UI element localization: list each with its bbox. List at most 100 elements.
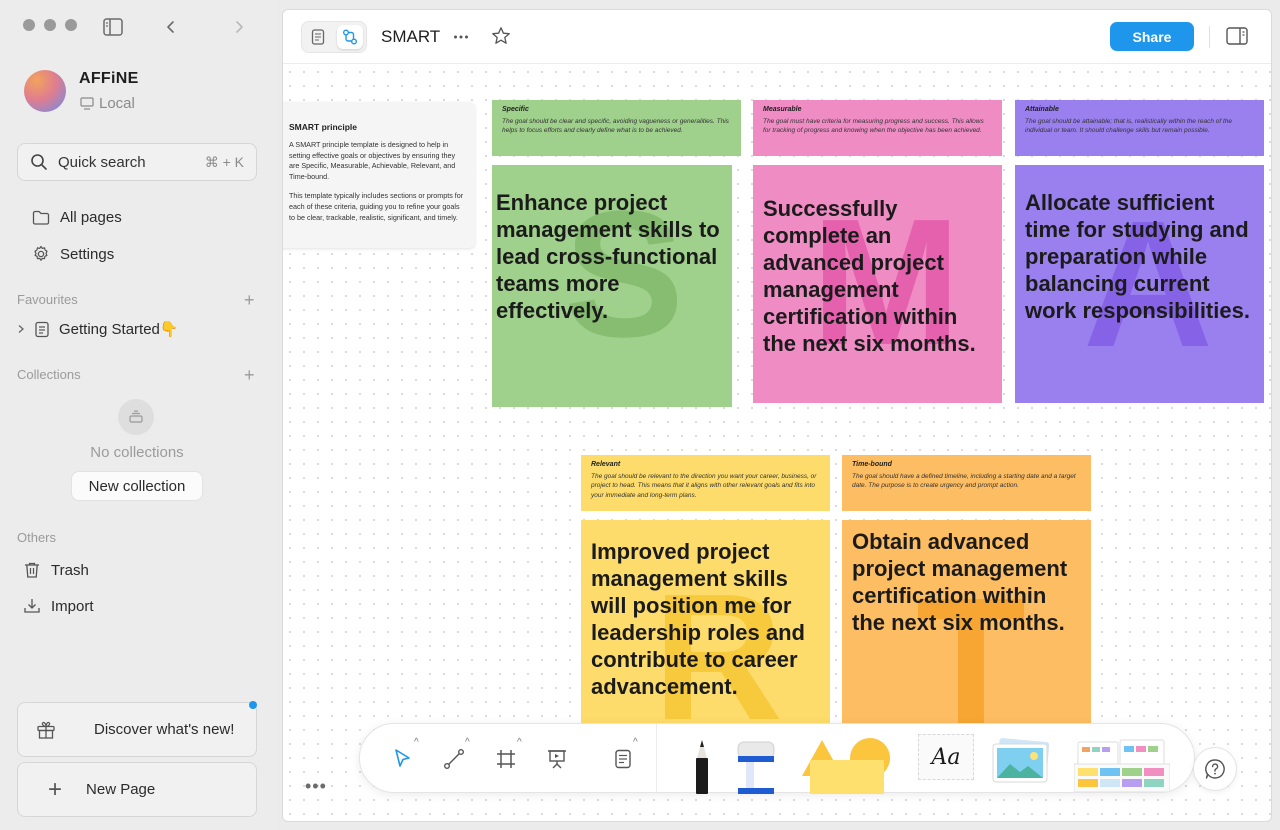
sidebar-item-import[interactable]: Import [23,597,94,615]
goal-note[interactable]: M Successfully complete an advanced proj… [753,165,1002,403]
workspace-name[interactable]: AFFiNE [79,70,139,88]
sidebar-item-settings[interactable]: Settings [32,245,114,263]
help-button[interactable] [1193,747,1237,791]
share-button[interactable]: Share [1110,22,1194,51]
window-close-button[interactable] [23,19,35,31]
quick-search-shortcut: ⌘ + K [204,153,244,170]
eraser-icon[interactable] [736,740,776,799]
pointer-icon[interactable] [391,747,415,771]
criterion-header-note[interactable]: Relevant The goal should be relevant to … [581,455,830,511]
new-page-button[interactable]: + New Page [17,762,257,817]
discover-whats-new-button[interactable]: Discover what's new! [17,702,257,757]
gear-icon [34,245,48,261]
doc-header: SMART Share [283,10,1271,64]
more-options-icon[interactable]: ••• [305,776,327,797]
no-collections-text: No collections [90,444,184,461]
workspace-type: Local [80,95,135,112]
monitor-icon [80,97,94,110]
chevron-up-icon[interactable]: ^ [414,738,419,748]
edgeless-mode-icon[interactable] [337,25,363,49]
criterion-description: The goal should have a defined timeline,… [852,473,1076,490]
image-icon[interactable] [990,738,1052,791]
add-collection-icon[interactable]: + [244,366,255,384]
others-heading: Others [17,530,57,545]
criterion-description: The goal should be relevant to the direc… [591,473,817,499]
goal-text: Successfully complete an advanced projec… [763,196,976,356]
goal-text: Enhance project management skills to lea… [496,190,720,323]
mode-switch[interactable] [301,21,367,53]
toolbar-divider [656,724,657,792]
forward-arrow-icon[interactable] [228,16,250,38]
main-panel: SMART Share SMART principle A SMART prin… [282,9,1272,822]
page-mode-icon[interactable] [305,25,331,49]
workspace-type-label: Local [99,95,135,112]
intro-body: This template typically includes section… [289,191,464,222]
criterion-header-note[interactable]: Measurable The goal must have criteria f… [753,100,1002,156]
favourites-heading: Favourites [17,292,78,307]
page-icon [35,321,49,337]
sidebar-item-label: Import [51,597,94,615]
sidebar-toggle-icon[interactable] [102,16,124,38]
chevron-right-icon[interactable] [17,324,25,334]
goal-text: Obtain advanced project management certi… [852,529,1068,635]
doc-title[interactable]: SMART [381,27,440,47]
back-arrow-icon[interactable] [160,16,182,38]
criterion-description: The goal must have criteria for measurin… [763,118,984,135]
quick-search-button[interactable]: Quick search ⌘ + K [17,143,257,181]
goal-note[interactable]: S Enhance project management skills to l… [492,165,732,407]
right-panel-toggle-icon[interactable] [1226,26,1248,46]
criterion-header-note[interactable]: Time-bound The goal should have a define… [842,455,1091,511]
intro-body: A SMART principle template is designed t… [289,140,456,181]
criterion-description: The goal should be attainable; that is, … [1025,118,1233,135]
edgeless-toolbar: ^ ^ ^ ^ Aa [359,723,1195,794]
sidebar-item-label: Settings [60,245,115,263]
text-tool-icon[interactable]: Aa [918,734,974,780]
trash-icon [25,562,39,578]
more-options-icon[interactable] [453,28,469,46]
intro-note[interactable]: SMART principle A SMART principle templa… [283,102,475,248]
goal-text: Improved project management skills will … [591,539,805,699]
chevron-up-icon[interactable]: ^ [465,738,470,748]
pen-icon[interactable] [690,738,714,799]
gift-icon [37,721,55,739]
sidebar-item-trash[interactable]: Trash [23,561,89,579]
template-icon[interactable] [1073,738,1171,797]
sidebar-item-getting-started[interactable]: Getting Started👇 [17,320,179,338]
presentation-icon[interactable] [545,747,569,771]
criterion-header-note[interactable]: Attainable The goal should be attainable… [1015,100,1264,156]
criterion-header-note[interactable]: Specific The goal should be clear and sp… [492,100,741,156]
edgeless-canvas[interactable]: SMART principle A SMART principle templa… [283,65,1271,821]
sidebar-item-all-pages[interactable]: All pages [32,209,122,226]
criterion-title: Attainable [1025,106,1059,113]
intro-title: SMART principle [289,122,358,132]
star-favourite-icon[interactable] [491,26,511,46]
criterion-title: Relevant [591,461,621,468]
criterion-title: Time-bound [852,461,892,468]
criterion-description: The goal should be clear and specific, a… [502,118,729,135]
shape-icon[interactable] [800,736,900,799]
help-icon [1205,759,1225,779]
workspace-avatar[interactable] [24,70,66,112]
collection-empty-icon [118,399,154,435]
criterion-title: Specific [502,106,529,113]
collections-heading: Collections [17,367,81,382]
frame-icon[interactable] [494,747,518,771]
chevron-up-icon[interactable]: ^ [633,738,638,748]
add-favourite-icon[interactable]: + [244,291,255,309]
discover-label: Discover what's new! [94,721,235,738]
sidebar-item-label: Trash [51,561,89,579]
search-icon [31,154,47,170]
goal-note[interactable]: A Allocate sufficient time for studying … [1015,165,1264,403]
import-icon [24,599,40,613]
note-icon[interactable] [611,747,635,771]
new-update-indicator [249,701,257,709]
goal-note[interactable]: R Improved project management skills wil… [581,520,830,725]
goal-note[interactable]: T Obtain advanced project management cer… [842,520,1091,725]
criterion-title: Measurable [763,106,802,113]
window-zoom-button[interactable] [65,19,77,31]
connector-icon[interactable] [442,747,466,771]
window-minimize-button[interactable] [44,19,56,31]
chevron-up-icon[interactable]: ^ [517,738,522,748]
new-collection-button[interactable]: New collection [71,471,203,501]
sidebar: AFFiNE Local Quick search ⌘ + K All page… [0,0,278,830]
